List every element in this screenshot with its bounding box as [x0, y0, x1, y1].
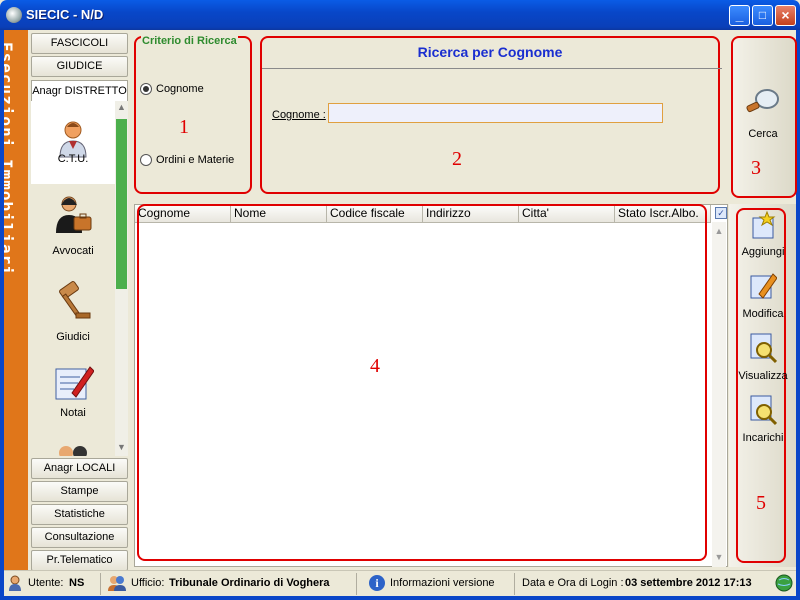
cognome-input[interactable] — [328, 103, 663, 123]
user-icon — [9, 575, 21, 591]
annotation-3: 3 — [751, 157, 761, 179]
office-value: Tribunale Ordinario di Voghera — [169, 577, 330, 589]
tab-anagr-distretto[interactable]: Anagr DISTRETTO — [31, 80, 128, 101]
annotation-4: 4 — [370, 355, 380, 377]
login-label: Data e Ora di Login : — [522, 577, 624, 589]
status-divider — [100, 573, 101, 595]
sidebar-item-giudici[interactable]: Giudici — [31, 279, 115, 349]
view-document-icon — [750, 333, 777, 364]
maximize-button[interactable]: □ — [752, 5, 773, 26]
sidebar-scrollbar[interactable]: ▲ ▼ — [115, 101, 128, 456]
anagr-locali-button[interactable]: Anagr LOCALI — [31, 458, 128, 479]
maximize-icon: □ — [758, 8, 767, 22]
module-strip: Esecuzioni Immobiliari — [4, 30, 28, 570]
user-value: NS — [69, 577, 85, 589]
window-title: SIECIC - N/D — [26, 7, 104, 22]
criteria-panel — [134, 36, 252, 194]
consultazione-button[interactable]: Consultazione — [31, 527, 128, 548]
lawyer-icon — [56, 196, 92, 233]
sidebar-item-label: Avvocati — [52, 245, 94, 257]
network-globe-icon — [775, 574, 793, 592]
radio-label: Cognome — [156, 83, 204, 95]
results-highlight — [137, 204, 707, 561]
sidebar-item-label: C.T.U. — [57, 153, 89, 165]
scroll-down-icon[interactable]: ▼ — [115, 441, 128, 453]
sidebar-nav-panel: C.T.U. Avvocati Giudici Notai — [31, 101, 115, 456]
sidebar-item-ctu[interactable]: C.T.U. — [31, 101, 115, 184]
status-bar: Utente: NS Ufficio: Tribunale Ordinario … — [4, 570, 796, 596]
close-icon: × — [781, 7, 790, 23]
column-chooser-icon[interactable]: ✓ — [715, 207, 727, 219]
sidebar-item-notai[interactable]: Notai — [31, 357, 115, 429]
action-label: Modifica — [742, 308, 784, 320]
grid-scrollbar[interactable]: ▲ ▼ — [712, 222, 726, 567]
radio-cognome[interactable]: Cognome — [140, 83, 240, 97]
office-label: Ufficio: — [131, 577, 165, 589]
radio-ordini-materie[interactable]: Ordini e Materie — [140, 154, 245, 168]
minimize-button[interactable]: _ — [729, 5, 750, 26]
search-title: Ricerca per Cognome — [417, 44, 563, 60]
search-divider — [262, 68, 722, 69]
minimize-icon: _ — [735, 7, 744, 23]
criteria-title: Criterio di Ricerca — [141, 35, 238, 47]
login-value: 03 settembre 2012 17:13 — [625, 577, 752, 589]
people-icon — [59, 446, 87, 456]
search-button-label: Cerca — [748, 128, 778, 140]
edit-document-icon — [750, 273, 777, 299]
module-title: Esecuzioni Immobiliari — [4, 42, 16, 276]
stampe-button[interactable]: Stampe — [31, 481, 128, 502]
info-icon[interactable]: i — [369, 575, 385, 591]
sidebar-item-label: Notai — [60, 407, 86, 419]
magnifier-icon — [746, 89, 779, 113]
action-label: Incarichi — [742, 432, 784, 444]
radio-cognome-icon[interactable] — [140, 83, 152, 95]
pr-telematico-button[interactable]: Pr.Telematico — [31, 550, 128, 571]
annotation-5: 5 — [756, 492, 766, 514]
modifica-button[interactable]: Modifica — [733, 270, 793, 322]
aggiungi-button[interactable]: Aggiungi — [733, 210, 793, 260]
add-document-icon — [752, 210, 776, 239]
status-divider — [356, 573, 357, 595]
fascicoli-button[interactable]: FASCICOLI — [31, 33, 128, 54]
scroll-up-icon[interactable]: ▲ — [115, 101, 128, 113]
incarichi-button[interactable]: Incarichi — [733, 394, 793, 446]
radio-ordini-icon[interactable] — [140, 154, 152, 166]
notary-pen-icon — [55, 366, 94, 400]
giudice-button[interactable]: GIUDICE — [31, 56, 128, 77]
radio-label: Ordini e Materie — [156, 154, 235, 166]
action-label: Visualizza — [738, 370, 788, 382]
grid-scroll-down-icon[interactable]: ▼ — [712, 552, 726, 562]
action-label: Aggiungi — [741, 246, 785, 258]
cognome-label: Cognome : — [272, 109, 326, 121]
title-bar[interactable]: SIECIC - N/D _ □ × — [0, 0, 800, 30]
status-divider — [514, 573, 515, 595]
statistiche-button[interactable]: Statistiche — [31, 504, 128, 525]
gavel-icon — [59, 281, 91, 319]
sidebar-item-label: Giudici — [56, 331, 90, 343]
visualizza-button[interactable]: Visualizza — [733, 332, 793, 384]
office-icon — [108, 576, 126, 591]
app-icon — [6, 7, 22, 23]
user-label: Utente: — [28, 577, 64, 589]
scroll-thumb[interactable] — [116, 119, 127, 289]
sidebar-item-avvocati[interactable]: Avvocati — [31, 189, 115, 269]
assignments-icon — [750, 395, 777, 426]
annotation-1: 1 — [179, 116, 189, 138]
grid-scroll-up-icon[interactable]: ▲ — [712, 226, 726, 236]
close-button[interactable]: × — [775, 5, 796, 26]
search-button[interactable]: Cerca — [733, 88, 793, 146]
annotation-2: 2 — [452, 148, 462, 170]
version-info-link[interactable]: Informazioni versione — [390, 577, 495, 589]
